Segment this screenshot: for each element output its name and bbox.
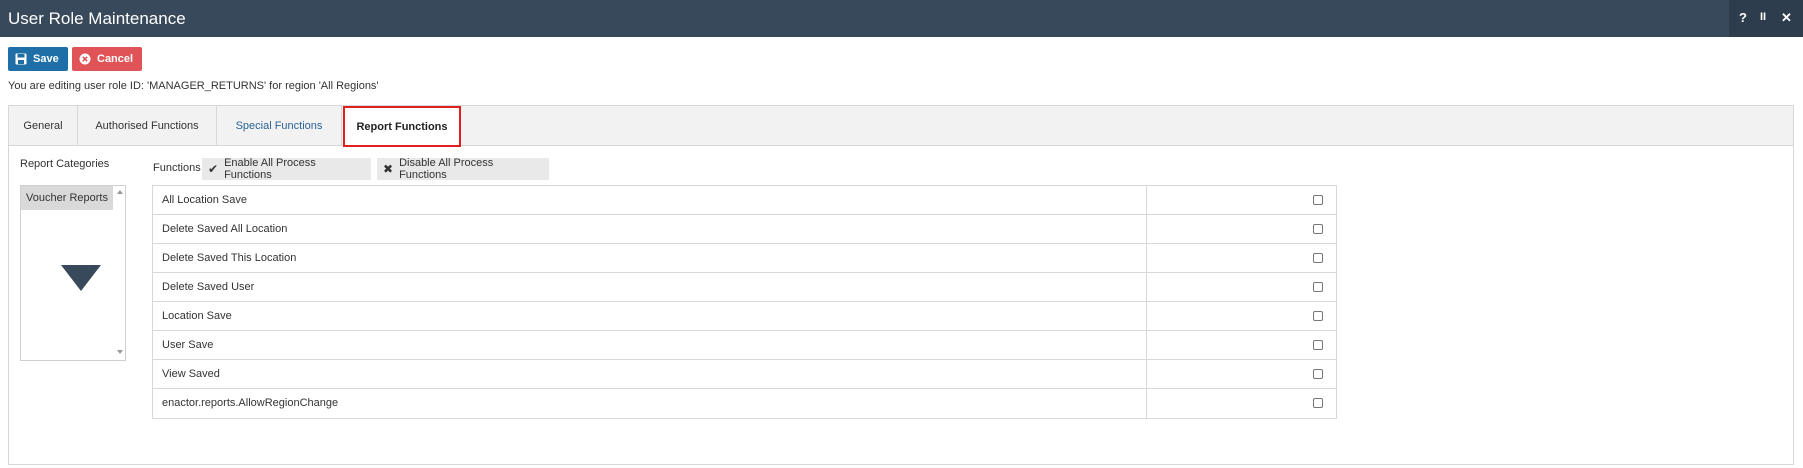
function-name: Delete Saved This Location bbox=[162, 252, 297, 264]
function-name: View Saved bbox=[162, 368, 220, 380]
function-checkbox[interactable] bbox=[1313, 195, 1323, 205]
table-row: All Location Save bbox=[153, 186, 1336, 215]
close-icon[interactable]: ✕ bbox=[1781, 10, 1792, 26]
help-icon[interactable]: ? bbox=[1739, 10, 1747, 25]
floppy-disk-icon bbox=[15, 53, 27, 65]
column-divider bbox=[1146, 273, 1147, 301]
function-name: enactor.reports.AllowRegionChange bbox=[162, 397, 339, 409]
function-checkbox[interactable] bbox=[1313, 224, 1323, 234]
column-divider bbox=[1146, 215, 1147, 243]
column-divider bbox=[1146, 302, 1147, 330]
enable-all-button[interactable]: ✔ Enable All Process Functions bbox=[202, 157, 371, 181]
column-divider bbox=[1146, 244, 1147, 272]
column-divider bbox=[1146, 331, 1147, 359]
tab-report-functions[interactable]: Report Functions bbox=[343, 106, 461, 147]
scroll-up-icon[interactable] bbox=[117, 190, 123, 194]
disable-all-button[interactable]: ✖ Disable All Process Functions bbox=[377, 157, 549, 181]
down-arrow-icon[interactable] bbox=[61, 265, 101, 291]
function-name: Delete Saved User bbox=[162, 281, 255, 293]
editing-info-text: You are editing user role ID: 'MANAGER_R… bbox=[8, 80, 379, 92]
tab-authorised-functions[interactable]: Authorised Functions bbox=[78, 106, 217, 146]
function-name: Delete Saved All Location bbox=[162, 223, 288, 235]
category-item-voucher-reports[interactable]: Voucher Reports bbox=[21, 186, 113, 210]
column-divider bbox=[1146, 389, 1147, 418]
window-controls: ? II ✕ bbox=[1729, 0, 1803, 37]
cancel-button-label: Cancel bbox=[97, 53, 134, 65]
window-title: User Role Maintenance bbox=[8, 9, 186, 28]
table-row: Delete Saved This Location bbox=[153, 244, 1336, 273]
column-divider bbox=[1146, 360, 1147, 388]
tab-special-functions[interactable]: Special Functions bbox=[217, 106, 342, 146]
table-row: User Save bbox=[153, 331, 1336, 360]
save-button-label: Save bbox=[33, 53, 59, 65]
scroll-down-icon[interactable] bbox=[117, 350, 123, 354]
table-row: View Saved bbox=[153, 360, 1336, 389]
function-name: Location Save bbox=[162, 310, 232, 322]
function-checkbox[interactable] bbox=[1313, 311, 1323, 321]
function-name: User Save bbox=[162, 339, 214, 351]
checkmark-icon: ✔ bbox=[208, 162, 219, 176]
report-categories-label: Report Categories bbox=[20, 158, 110, 170]
column-divider bbox=[1146, 186, 1147, 214]
functions-label: Functions bbox=[153, 162, 201, 174]
function-checkbox[interactable] bbox=[1313, 398, 1323, 408]
function-checkbox[interactable] bbox=[1313, 282, 1323, 292]
function-name: All Location Save bbox=[162, 194, 247, 206]
disable-all-label: Disable All Process Functions bbox=[399, 157, 494, 181]
tab-bar: General Authorised Functions Special Fun… bbox=[9, 106, 1793, 147]
function-checkbox[interactable] bbox=[1313, 340, 1323, 350]
table-row: Location Save bbox=[153, 302, 1336, 331]
report-categories-list[interactable]: Voucher Reports bbox=[20, 185, 126, 361]
main-panel: General Authorised Functions Special Fun… bbox=[8, 105, 1794, 465]
cancel-button[interactable]: Cancel bbox=[72, 47, 142, 71]
table-row: enactor.reports.AllowRegionChange bbox=[153, 389, 1336, 418]
cancel-circle-icon bbox=[79, 53, 91, 65]
functions-table: All Location Save Delete Saved All Locat… bbox=[152, 185, 1337, 419]
pause-icon[interactable]: II bbox=[1760, 11, 1766, 23]
save-button[interactable]: Save bbox=[8, 47, 68, 71]
enable-all-label: Enable All Process Functions bbox=[224, 157, 316, 181]
tab-general[interactable]: General bbox=[9, 106, 78, 146]
x-icon: ✖ bbox=[383, 162, 394, 176]
table-row: Delete Saved All Location bbox=[153, 215, 1336, 244]
table-row: Delete Saved User bbox=[153, 273, 1336, 302]
function-checkbox[interactable] bbox=[1313, 369, 1323, 379]
function-checkbox[interactable] bbox=[1313, 253, 1323, 263]
title-bar: User Role Maintenance ? II ✕ bbox=[0, 0, 1803, 37]
